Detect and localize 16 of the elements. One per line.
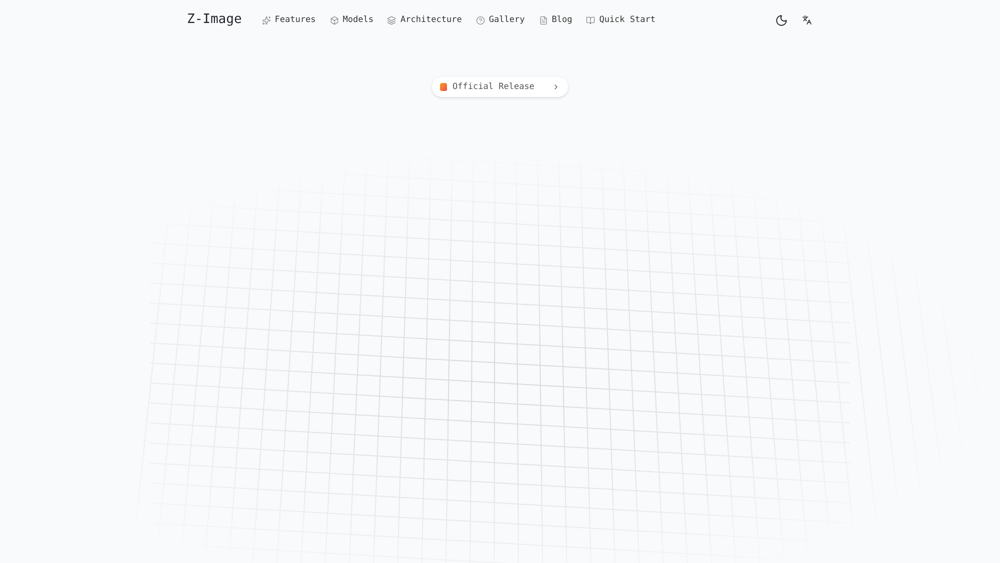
dark-mode-button[interactable] bbox=[774, 12, 789, 28]
layers-icon bbox=[387, 16, 396, 24]
nav-link[interactable]: Features bbox=[262, 14, 316, 26]
nav-link[interactable]: Gallery bbox=[476, 14, 525, 26]
nav-link[interactable]: Blog bbox=[538, 14, 572, 26]
nav-link[interactable]: Architecture bbox=[387, 14, 462, 26]
cube-icon bbox=[330, 16, 339, 24]
document-icon bbox=[538, 16, 548, 24]
release-badge[interactable]: Official Release bbox=[432, 77, 568, 97]
nav-link[interactable]: Quick Start bbox=[586, 14, 656, 26]
language-button[interactable] bbox=[801, 14, 813, 26]
logo[interactable]: Z-Image bbox=[187, 10, 242, 30]
sparkles-icon bbox=[262, 16, 271, 24]
nav-link[interactable]: Models bbox=[330, 14, 374, 26]
question-circle-icon bbox=[476, 16, 485, 24]
book-icon bbox=[586, 16, 596, 24]
